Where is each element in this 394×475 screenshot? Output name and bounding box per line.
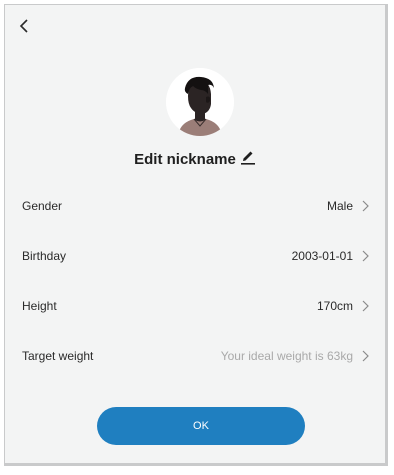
chevron-left-icon bbox=[19, 19, 28, 33]
chevron-right-icon bbox=[362, 300, 369, 312]
avatar[interactable] bbox=[166, 68, 234, 136]
gender-value: Male bbox=[326, 199, 353, 213]
birthday-row[interactable]: Birthday 2003-01-01 bbox=[5, 241, 385, 271]
back-button[interactable] bbox=[17, 16, 33, 36]
male-avatar-illustration bbox=[166, 68, 234, 136]
chevron-right-icon bbox=[362, 200, 369, 212]
nickname-label: Edit nickname bbox=[134, 151, 236, 168]
height-value: 170cm bbox=[316, 299, 353, 313]
ok-button[interactable]: OK bbox=[97, 407, 305, 445]
target-weight-label: Target weight bbox=[22, 349, 94, 363]
gender-row[interactable]: Gender Male bbox=[5, 191, 385, 221]
edit-nickname-button[interactable]: Edit nickname bbox=[5, 151, 385, 169]
birthday-value: 2003-01-01 bbox=[291, 249, 353, 263]
gender-label: Gender bbox=[22, 199, 63, 213]
height-label: Height bbox=[22, 299, 57, 313]
chevron-right-icon bbox=[362, 250, 369, 262]
target-weight-value: Your ideal weight is 63kg bbox=[220, 349, 353, 363]
target-weight-row[interactable]: Target weight Your ideal weight is 63kg bbox=[5, 341, 385, 371]
height-row[interactable]: Height 170cm bbox=[5, 291, 385, 321]
birthday-label: Birthday bbox=[22, 249, 67, 263]
pencil-icon bbox=[240, 149, 256, 169]
chevron-right-icon bbox=[362, 350, 369, 362]
profile-screen: Edit nickname Gender Male Birthday 2003-… bbox=[4, 4, 388, 466]
